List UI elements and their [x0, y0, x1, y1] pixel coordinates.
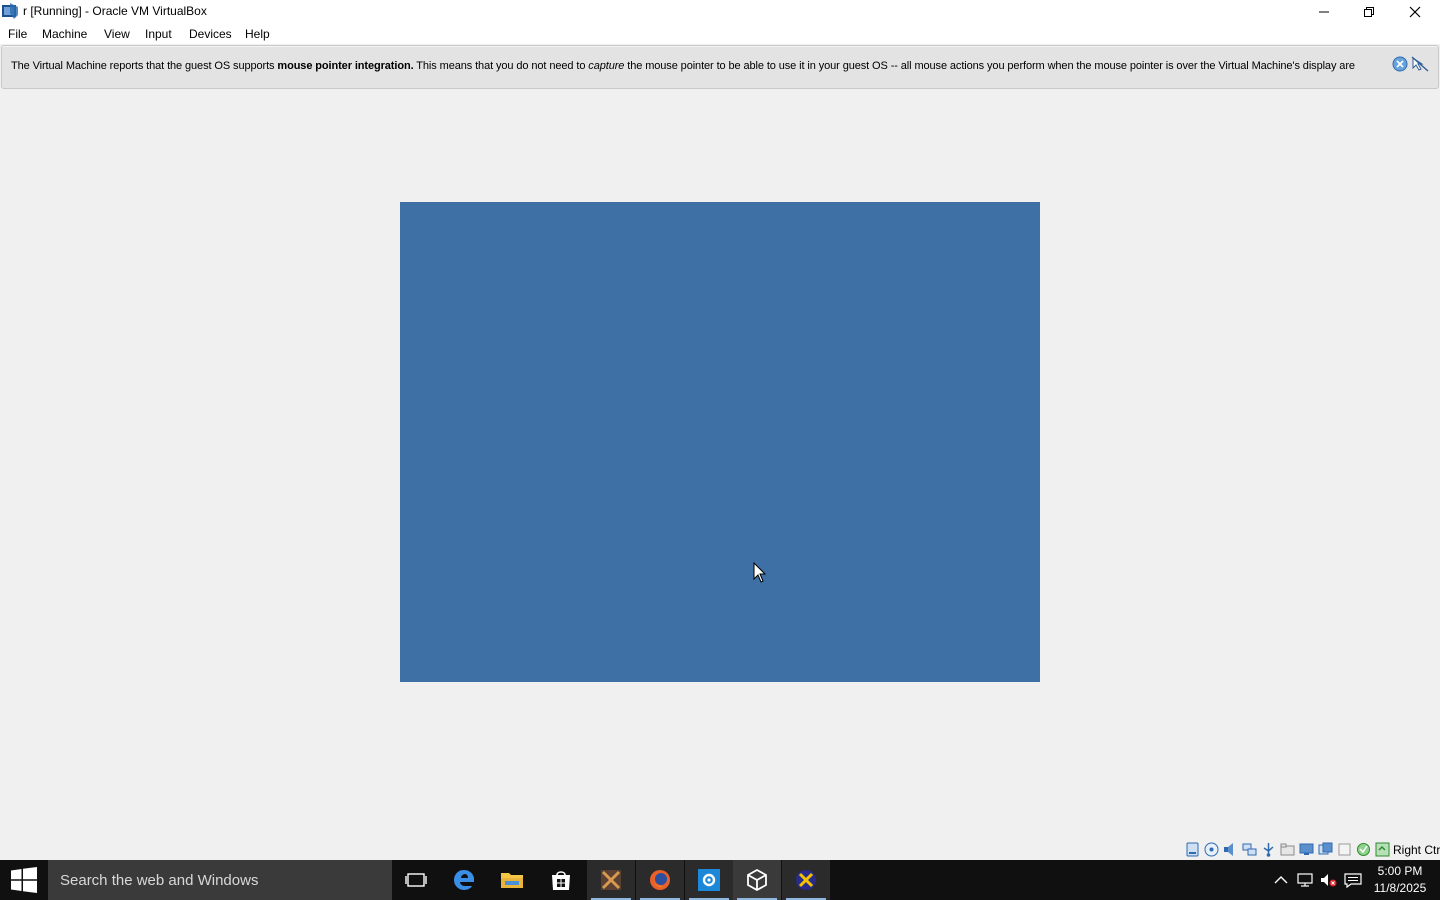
close-icon: [1409, 6, 1421, 17]
notification-text: The Virtual Machine reports that the gue…: [11, 59, 1355, 73]
menu-bar: File Machine View Input Devices Help: [0, 23, 1440, 44]
menu-input[interactable]: Input: [145, 27, 172, 41]
firefox-icon[interactable]: [636, 860, 684, 900]
menu-devices[interactable]: Devices: [189, 27, 232, 41]
minimize-icon: [1319, 11, 1329, 12]
window-title: r [Running] - Oracle VM VirtualBox: [23, 4, 207, 18]
title-bar: r [Running] - Oracle VM VirtualBox: [0, 0, 1440, 23]
shared-folders-icon[interactable]: [1280, 842, 1295, 857]
mouse-integration-notification: The Virtual Machine reports that the gue…: [1, 45, 1439, 89]
file-explorer-icon[interactable]: [488, 860, 536, 900]
action-center-icon[interactable]: [1344, 872, 1362, 889]
xming-icon[interactable]: [782, 860, 830, 900]
start-button[interactable]: [0, 860, 48, 900]
edge-icon[interactable]: [440, 860, 488, 900]
app-icon[interactable]: [587, 860, 635, 900]
menu-file[interactable]: File: [8, 27, 27, 41]
menu-machine[interactable]: Machine: [42, 27, 87, 41]
close-notification-icon[interactable]: [1392, 56, 1410, 74]
restore-icon: [1364, 6, 1374, 17]
close-button[interactable]: [1392, 0, 1438, 23]
menu-view[interactable]: View: [104, 27, 130, 41]
mouse-integration-icon[interactable]: [1356, 842, 1371, 857]
notification-text-part: the mouse pointer to be able to use it i…: [624, 60, 1355, 72]
search-placeholder: Search the web and Windows: [60, 872, 259, 889]
keyboard-icon[interactable]: [1375, 842, 1390, 857]
notification-text-part: The Virtual Machine reports that the gue…: [11, 60, 278, 72]
virtualization-icon[interactable]: [1337, 842, 1352, 857]
virtualbox-app-icon[interactable]: [2, 3, 18, 19]
store-icon[interactable]: [537, 860, 585, 900]
volume-muted-icon[interactable]: [1320, 872, 1337, 888]
notification-italic-text: capture: [588, 60, 625, 72]
settings-icon[interactable]: [685, 860, 733, 900]
restore-button[interactable]: [1346, 0, 1392, 23]
do-not-show-again-icon[interactable]: [1411, 56, 1429, 74]
network-icon[interactable]: [1242, 842, 1257, 857]
network-icon[interactable]: [1297, 872, 1313, 888]
video-capture-icon[interactable]: [1318, 842, 1333, 857]
audio-icon[interactable]: [1223, 842, 1238, 857]
show-hidden-icons-chevron[interactable]: [1273, 872, 1289, 888]
task-view-icon[interactable]: [392, 860, 440, 900]
search-box[interactable]: Search the web and Windows: [48, 860, 392, 900]
windows-logo-icon: [11, 867, 37, 893]
taskbar: Search the web and Windows: [0, 860, 1440, 900]
clock-date[interactable]: 11/8/2025: [1372, 881, 1428, 895]
mouse-cursor-icon: [753, 561, 767, 584]
usb-icon[interactable]: [1261, 842, 1276, 857]
notification-text-part: This means that you do not need to: [413, 60, 589, 72]
virtualbox-icon[interactable]: [733, 860, 781, 900]
vm-display[interactable]: [400, 202, 1040, 682]
optical-drive-icon[interactable]: [1204, 842, 1219, 857]
notification-bold-text: mouse pointer integration.: [277, 60, 414, 72]
hard-disk-icon[interactable]: [1185, 842, 1200, 857]
host-key-label: Right Ctrl: [1393, 843, 1440, 857]
minimize-button[interactable]: [1301, 0, 1347, 23]
menu-help[interactable]: Help: [245, 27, 270, 41]
clock-time[interactable]: 5:00 PM: [1372, 864, 1428, 878]
display-icon[interactable]: [1299, 842, 1314, 857]
